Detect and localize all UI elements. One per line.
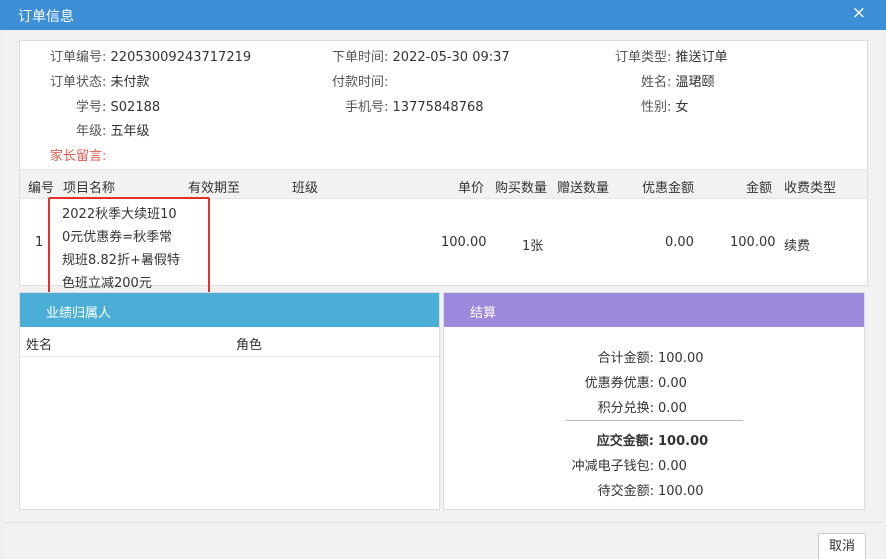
gender-label: 性别: (641, 100, 672, 115)
col-class: 班级 (292, 181, 319, 196)
col-perf-role: 角色 (236, 338, 263, 353)
wallet-row: 冲减电子钱包: 0.00 (570, 455, 687, 474)
col-quantity: 购买数量 (495, 181, 548, 196)
col-perf-name: 姓名 (26, 338, 53, 353)
col-no: 编号 (28, 181, 55, 196)
grade-value: 五年级 (110, 124, 150, 139)
col-item-name: 项目名称 (63, 181, 116, 196)
pay-time-label: 付款时间: (332, 75, 389, 90)
payable-row: 应交金额: 100.00 (570, 430, 708, 449)
gender-value: 女 (675, 100, 689, 115)
cancel-button[interactable]: 取消 (818, 533, 866, 559)
total-label: 合计金额: (597, 351, 654, 366)
coupon-row: 优惠券优惠: 0.00 (570, 372, 687, 391)
name-field: 姓名: 温珺颐 (641, 71, 715, 90)
row-amount: 100.00 (730, 235, 776, 250)
close-icon[interactable]: × (852, 3, 866, 23)
dialog-titlebar: 订单信息 × (0, 0, 886, 30)
row-quantity: 1张 (522, 239, 544, 254)
student-id-field: 学号: S02188 (76, 96, 160, 115)
dialog-title: 订单信息 (18, 9, 74, 25)
settlement-title: 结算 (444, 293, 864, 327)
col-gift-quantity: 赠送数量 (557, 181, 610, 196)
coupon-value: 0.00 (658, 376, 687, 391)
order-type-value: 推送订单 (675, 50, 728, 65)
footer-divider (4, 522, 882, 523)
order-info-panel: 订单编号: 220530092437172​19 下单时间: 2022-05-3… (19, 40, 868, 294)
row-discount: 0.00 (665, 235, 694, 250)
student-id-value: S02188 (110, 100, 161, 115)
row-fee-type: 续费 (784, 239, 811, 254)
wallet-value: 0.00 (658, 459, 687, 474)
status-value: 未付款 (110, 75, 150, 90)
col-amount: 金额 (746, 181, 773, 196)
order-type-field: 订单类型: 推送订单 (615, 46, 728, 65)
pending-label: 待交金额: (597, 484, 654, 499)
col-discount: 优惠金额 (642, 181, 695, 196)
col-valid-until: 有效期至 (188, 181, 241, 196)
order-type-label: 订单类型: (615, 50, 672, 65)
pending-value: 100.00 (658, 484, 704, 499)
grade-label: 年级: (76, 124, 107, 139)
performance-panel: 业绩归属人 姓名 角色 (19, 292, 440, 510)
order-no-field: 订单编号: 220530092437172​19 (50, 46, 251, 65)
phone-field: 手机号: 13775848768 (345, 96, 484, 115)
grade-field: 年级: 五年级 (76, 120, 150, 139)
settlement-divider (566, 420, 743, 421)
settlement-panel: 结算 合计金额: 100.00 优惠券优惠: 0.00 积分兑换: 0.00 应交金额… (443, 292, 865, 510)
items-table-header: 编号 项目名称 有效期至 班级 单价 购买数量 赠送数量 优惠金额 金额 收费类… (20, 169, 867, 199)
status-field: 订单状态: 未付款 (50, 71, 150, 90)
gender-field: 性别: 女 (641, 96, 689, 115)
phone-value: 13775848768 (392, 100, 484, 115)
order-no-value: 220530092437172​19 (110, 50, 252, 65)
payable-value: 100.00 (658, 434, 709, 449)
highlight-box (48, 197, 210, 294)
row-unit-price: 100.00 (441, 235, 487, 250)
col-unit-price: 单价 (458, 181, 485, 196)
phone-label: 手机号: (345, 100, 389, 115)
row-no: 1 (35, 235, 44, 250)
pending-row: 待交金额: 100.00 (570, 480, 704, 499)
payable-label: 应交金额: (596, 434, 654, 449)
order-no-label: 订单编号: (50, 50, 107, 65)
name-label: 姓名: (641, 75, 672, 90)
coupon-label: 优惠券优惠: (584, 376, 654, 391)
performance-title: 业绩归属人 (20, 293, 439, 327)
points-row: 积分兑换: 0.00 (570, 397, 687, 416)
order-time-field: 下单时间: 2022-05-30 09:37 (332, 46, 510, 65)
dialog-body: 订单编号: 220530092437172​19 下单时间: 2022-05-3… (4, 30, 882, 559)
total-value: 100.00 (658, 351, 704, 366)
order-time-label: 下单时间: (332, 50, 389, 65)
order-time-value: 2022-05-30 09:37 (392, 50, 510, 65)
performance-table-header: 姓名 角色 (20, 327, 439, 357)
name-value: 温珺颐 (675, 75, 715, 90)
wallet-label: 冲减电子钱包: (571, 459, 654, 474)
points-label: 积分兑换: (597, 401, 654, 416)
student-id-label: 学号: (76, 100, 107, 115)
points-value: 0.00 (658, 401, 687, 416)
col-fee-type: 收费类型 (784, 181, 837, 196)
parent-note-label: 家长留言: (50, 149, 107, 164)
pay-time-field: 付款时间: (332, 71, 388, 90)
total-row: 合计金额: 100.00 (570, 347, 704, 366)
status-label: 订单状态: (50, 75, 107, 90)
